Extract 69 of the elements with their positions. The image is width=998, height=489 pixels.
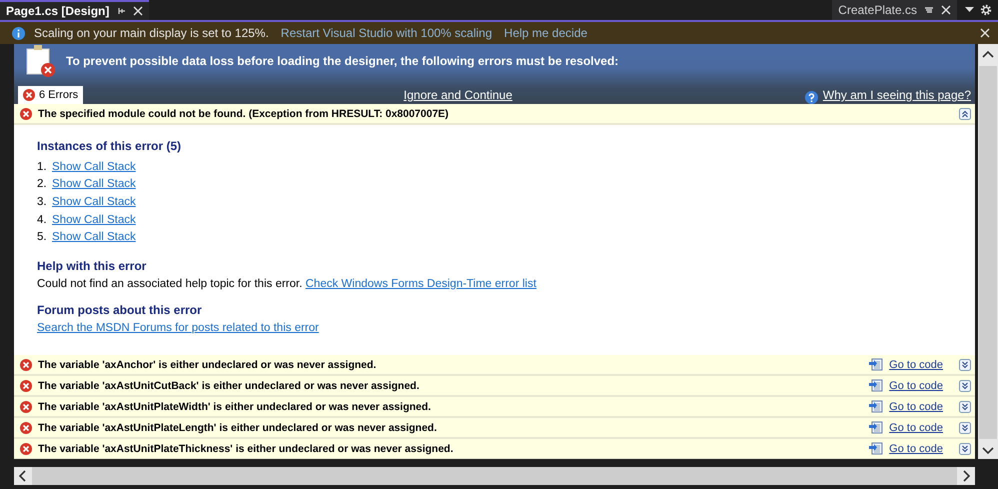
list-number: 5. (37, 231, 47, 244)
errors-tab[interactable]: 6 Errors (18, 86, 84, 104)
go-to-code-link[interactable]: Go to code (889, 380, 943, 392)
scroll-up-icon[interactable] (982, 50, 994, 58)
go-to-code-link[interactable]: Go to code (889, 358, 943, 370)
error-heading: To prevent possible data loss before loading the designer, the following errors must be resolved: (66, 54, 619, 68)
call-stack-link[interactable]: Show Call Stack (52, 160, 136, 173)
document-tab[interactable]: Page1.cs [Design] (0, 0, 150, 20)
list-number: 3. (37, 196, 47, 208)
help-link[interactable]: Why am I seeing this page? (822, 88, 971, 104)
go-to-code-link[interactable]: Go to code (889, 422, 943, 434)
go-to-code-link[interactable]: Go to code (889, 442, 943, 454)
help-icon (804, 91, 818, 104)
call-stack-link[interactable]: Show Call Stack (52, 231, 136, 244)
section-heading: Forum posts about this error (37, 302, 203, 317)
call-stack-link[interactable]: Show Call Stack (52, 196, 136, 208)
list-number: 2. (37, 178, 47, 190)
error-list-link[interactable]: Check Windows Forms Design-Time error list (306, 278, 536, 290)
error-icon (20, 380, 32, 392)
error-icon (20, 442, 32, 454)
clipboard-error-icon (26, 44, 56, 78)
close-icon[interactable] (980, 28, 990, 38)
scroll-right-icon[interactable] (963, 470, 971, 482)
toggle-button[interactable] (959, 400, 971, 412)
call-stack-link[interactable]: Show Call Stack (52, 214, 136, 226)
ignore-continue-link[interactable]: Ignore and Continue (404, 88, 512, 104)
scroll-thumb[interactable] (979, 66, 997, 439)
go-to-code-link[interactable]: Go to code (889, 400, 943, 412)
go-to-code-icon[interactable] (869, 400, 884, 413)
error-icon (20, 108, 32, 120)
preview-tab[interactable]: CreatePlate.cs (832, 0, 957, 20)
help-text: Could not find an associated help topic for this error. Check Windows Forms Design-Time error list (37, 278, 538, 290)
forum-link[interactable]: Search the MSDN Forums for posts related to this error (37, 322, 319, 334)
error-message: The variable 'axAstUnitPlateThickness' is either undeclared or was never assigned. (38, 442, 454, 454)
error-message: The specified module could not be found. (Exception from HRESULT: 0x8007007E) (38, 108, 449, 120)
scroll-down-icon[interactable] (982, 447, 994, 455)
scroll-left-icon[interactable] (18, 470, 26, 482)
error-icon (20, 422, 32, 434)
info-link[interactable]: Restart Visual Studio with 100% scaling (280, 26, 492, 40)
go-to-code-icon[interactable] (869, 379, 884, 392)
go-to-code-icon[interactable] (869, 358, 884, 371)
go-to-code-icon[interactable] (869, 442, 884, 455)
call-stack-link[interactable]: Show Call Stack (52, 178, 136, 190)
go-to-code-icon[interactable] (869, 421, 884, 434)
horizontal-scrollbar[interactable] (14, 467, 975, 485)
info-icon (12, 26, 25, 40)
close-icon[interactable] (941, 5, 951, 15)
error-message: The variable 'axAstUnitPlateWidth' is either undeclared or was never assigned. (38, 400, 431, 412)
toggle-button[interactable] (959, 380, 971, 392)
toggle-button[interactable] (959, 422, 971, 434)
list-number: 4. (37, 214, 47, 226)
error-message: The variable 'axAstUnitPlateLength' is either undeclared or was never assigned. (38, 422, 437, 434)
section-heading: Instances of this error (5) (37, 139, 182, 153)
toggle-button[interactable] (959, 108, 971, 120)
error-icon (20, 400, 32, 412)
section-heading: Help with this error (37, 258, 148, 273)
error-icon (23, 89, 35, 101)
settings-icon[interactable] (980, 4, 992, 16)
dropdown-icon[interactable] (965, 7, 974, 13)
toggle-button[interactable] (959, 358, 971, 370)
info-link[interactable]: Help me decide (504, 26, 588, 40)
info-message: Scaling on your main display is set to 125%. (34, 26, 269, 40)
toggle-button[interactable] (959, 442, 971, 454)
error-message: The variable 'axAstUnitCutBack' is either undeclared or was never assigned. (38, 380, 420, 392)
list-number: 1. (37, 160, 47, 173)
error-message: The variable 'axAnchor' is either undeclared or was never assigned. (38, 358, 376, 370)
close-icon[interactable] (133, 6, 144, 16)
error-icon (20, 358, 32, 370)
vertical-scrollbar[interactable] (978, 44, 998, 459)
